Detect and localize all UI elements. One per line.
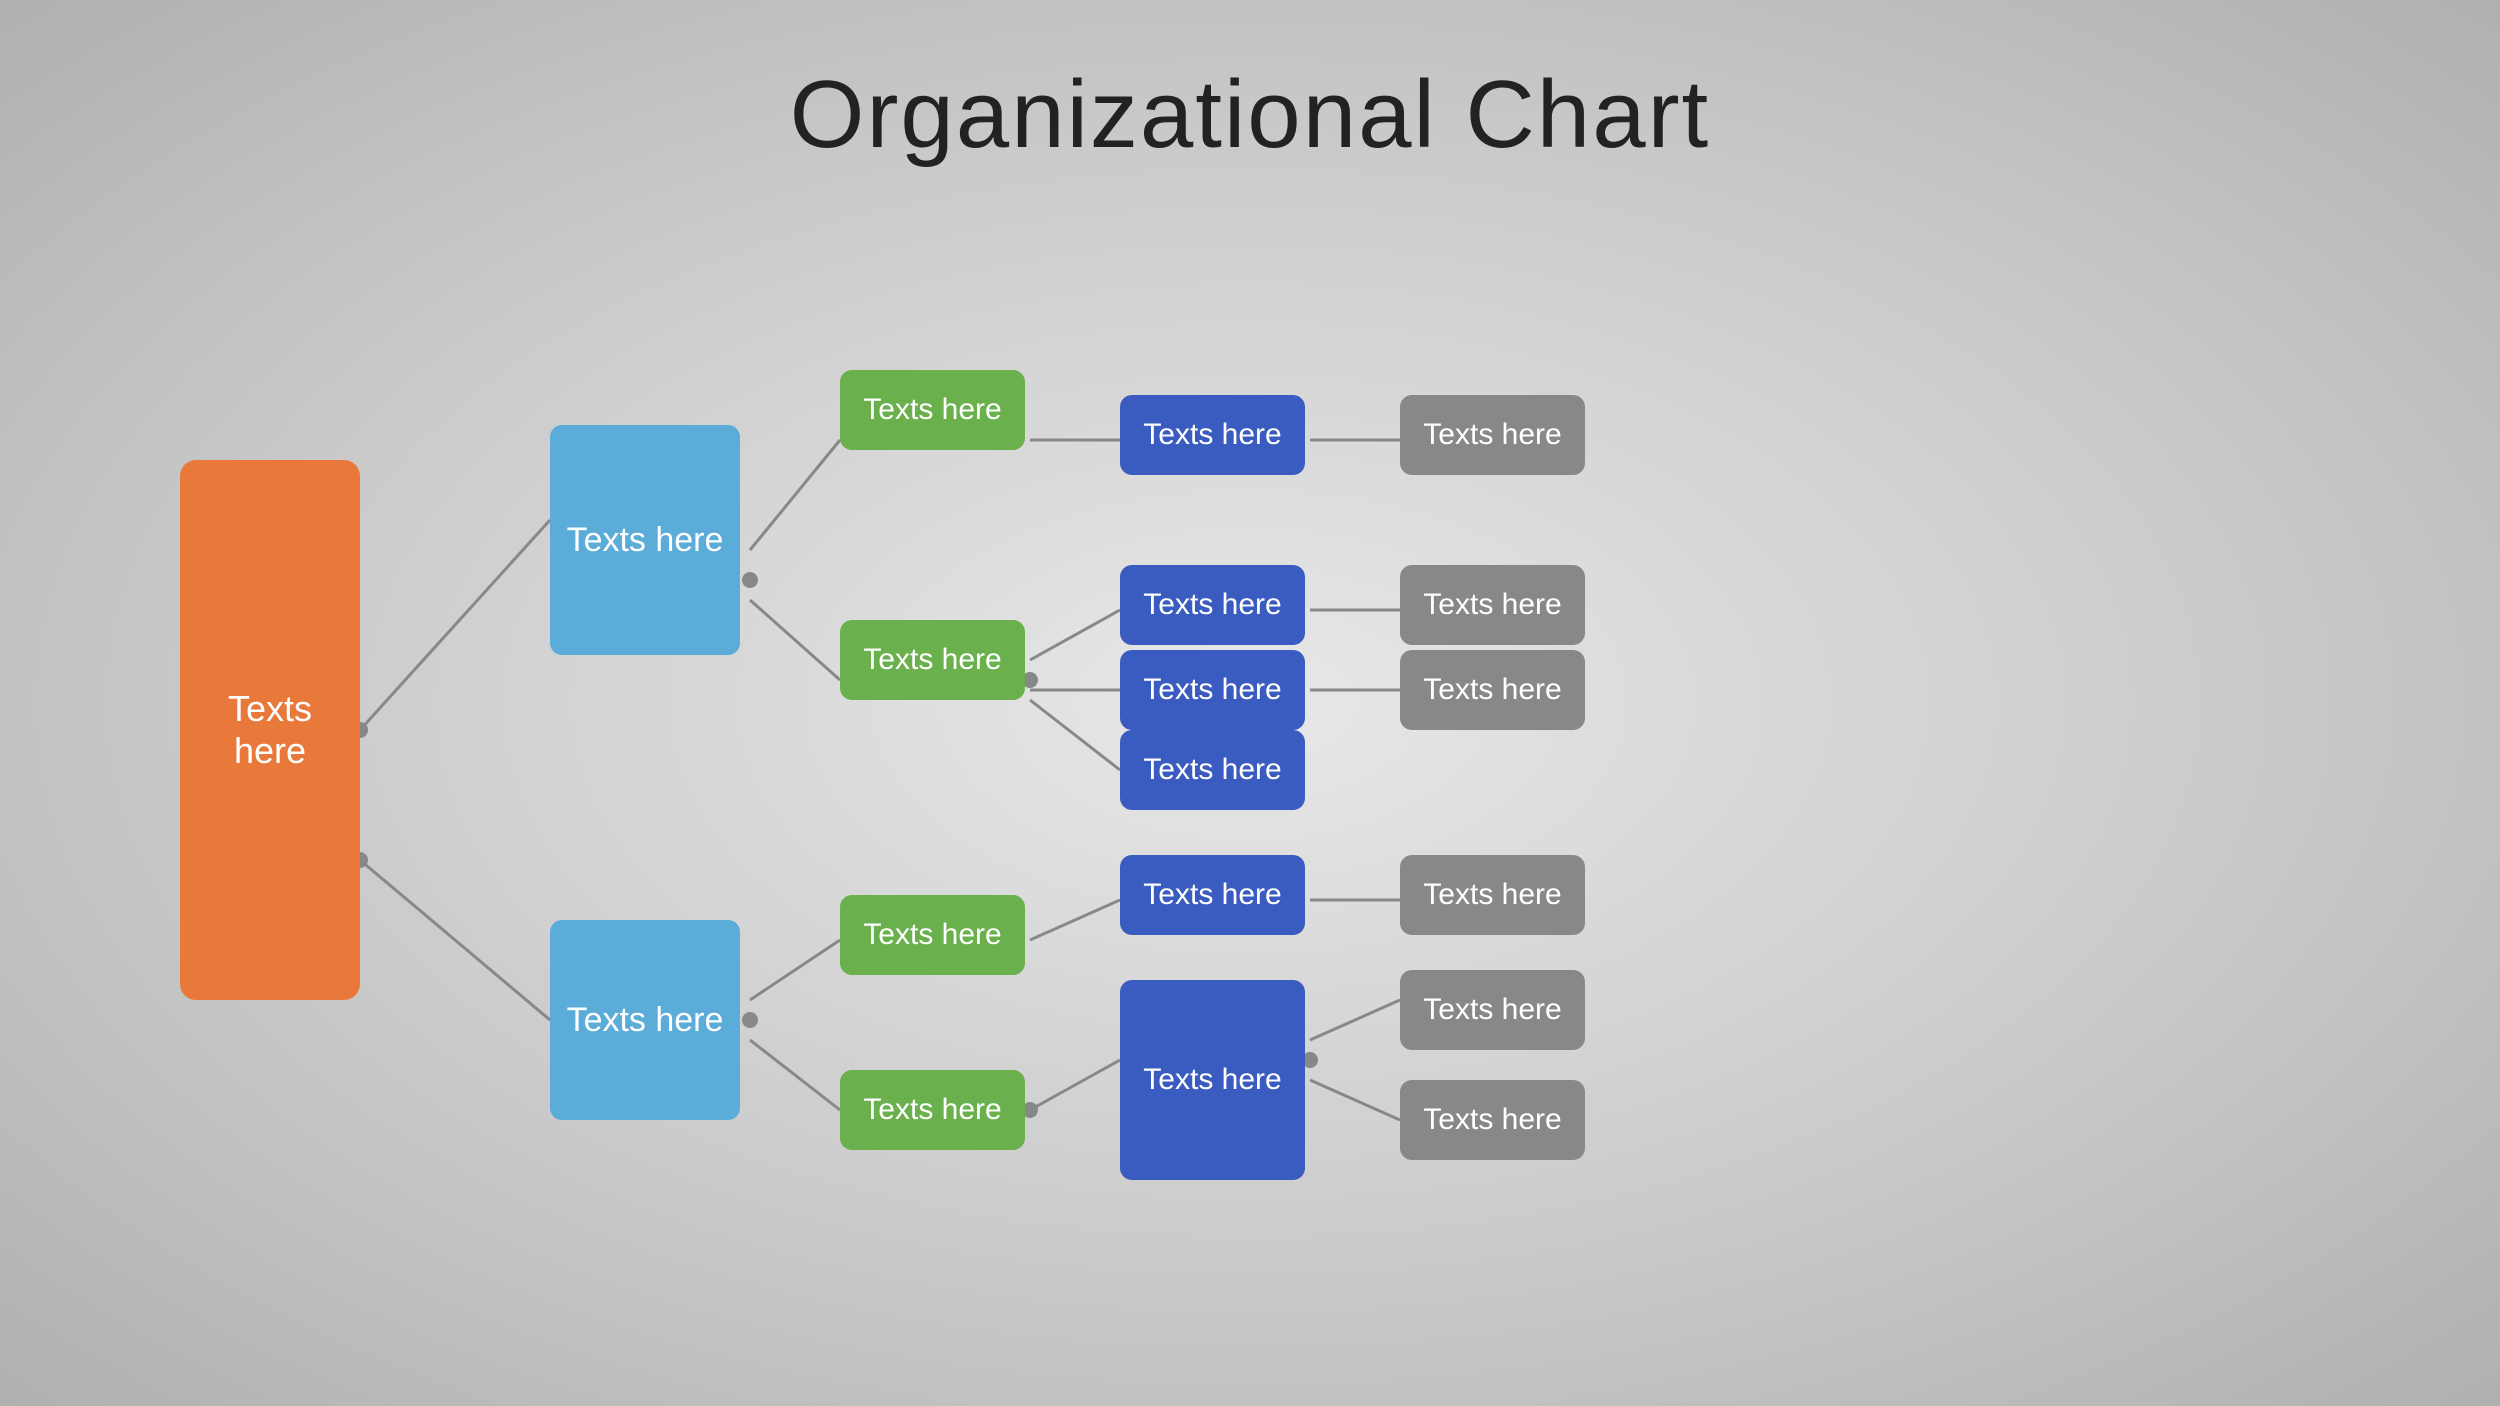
node-b2g2d1r1: Texts here [1400,970,1585,1050]
node-b1g2d2: Texts here [1120,650,1305,730]
node-b2g2: Texts here [840,1070,1025,1150]
node-b2g2d1: Texts here [1120,980,1305,1180]
node-branch1: Texts here [550,425,740,655]
node-root: Texts here [180,460,360,1000]
page-title: Organizational Chart [0,0,2500,170]
node-b2g2d1r2: Texts here [1400,1080,1585,1160]
node-b1g1d1r1: Texts here [1400,395,1585,475]
node-b1g1d1: Texts here [1120,395,1305,475]
chart-area: Texts here Texts here Texts here Texts h… [160,240,2340,1326]
node-b1g2d2r1: Texts here [1400,650,1585,730]
node-b1g2d1: Texts here [1120,565,1305,645]
node-b1g2d3: Texts here [1120,730,1305,810]
node-b2g1: Texts here [840,895,1025,975]
node-branch2: Texts here [550,920,740,1120]
node-b1g2: Texts here [840,620,1025,700]
node-b1g1: Texts here [840,370,1025,450]
node-b1g2d1r1: Texts here [1400,565,1585,645]
node-b2g1d1r1: Texts here [1400,855,1585,935]
node-b2g1d1: Texts here [1120,855,1305,935]
